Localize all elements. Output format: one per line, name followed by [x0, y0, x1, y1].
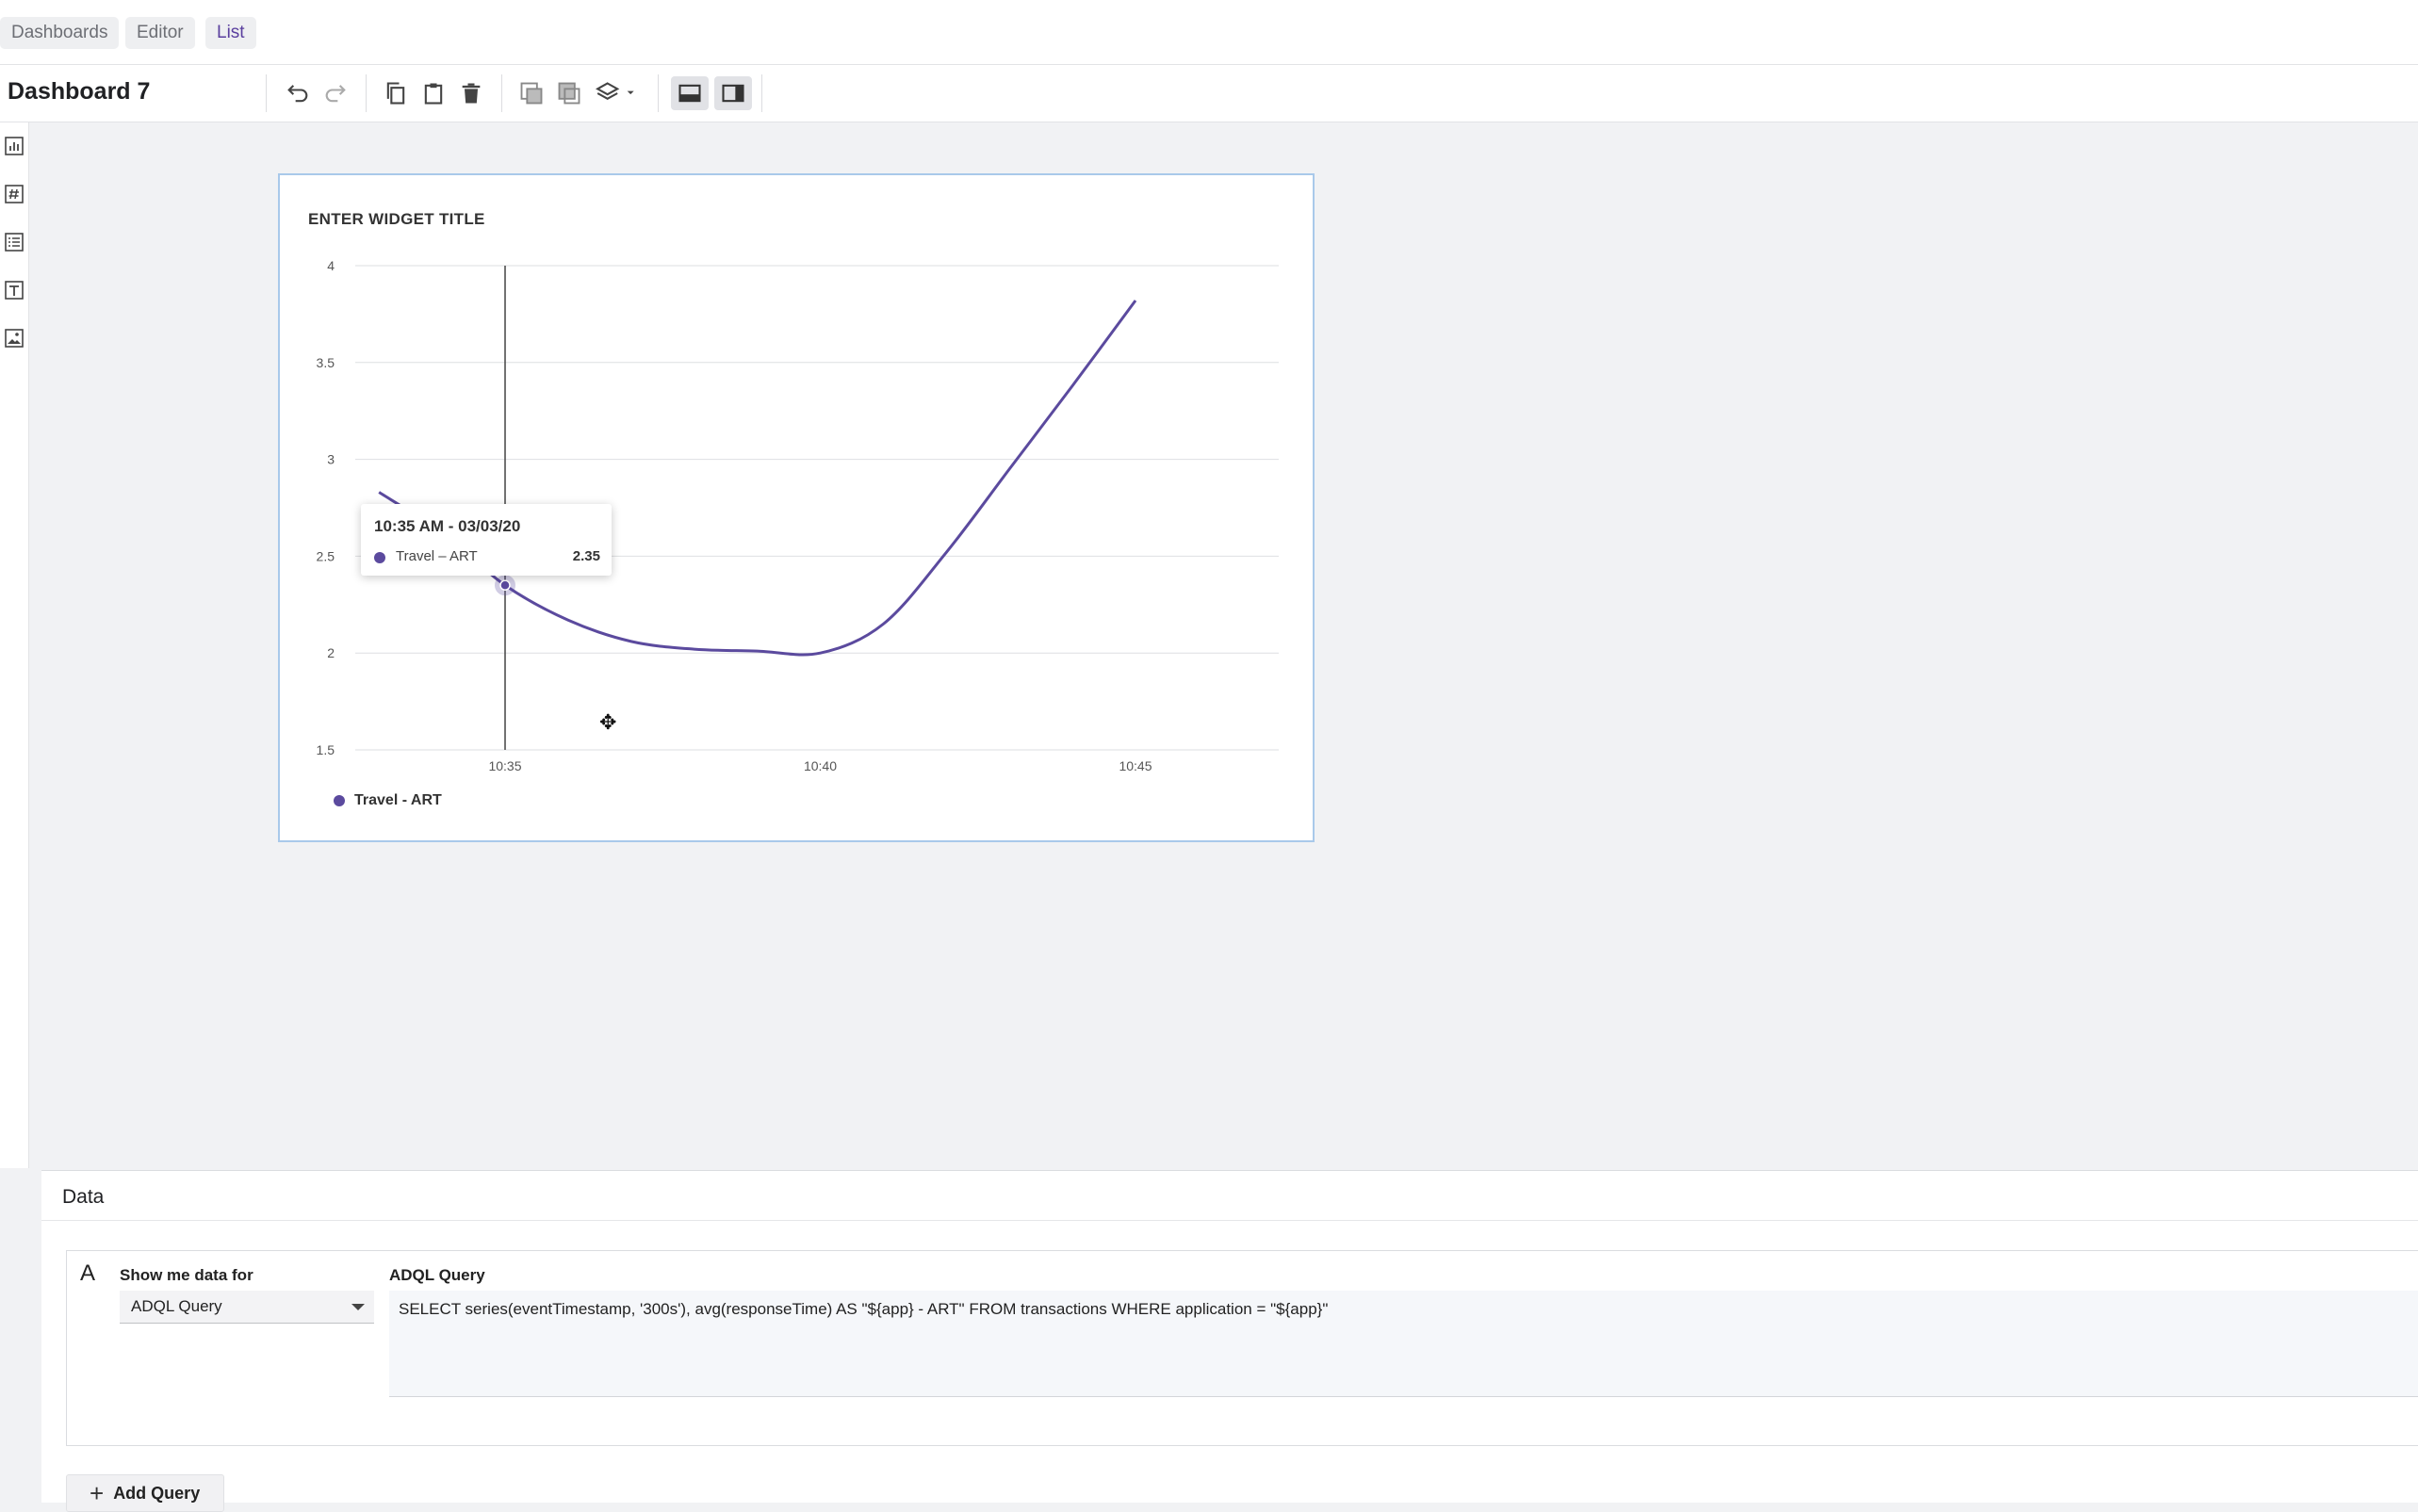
copy-icon[interactable]	[379, 76, 413, 110]
add-query-button[interactable]: + Add Query	[66, 1474, 224, 1512]
layout-full-icon[interactable]	[671, 76, 709, 110]
adql-query-text: SELECT series(eventTimestamp, '300s'), a…	[399, 1300, 1329, 1318]
toolbar-divider	[501, 74, 502, 112]
y-tick-label: 1.5	[317, 742, 335, 757]
x-tick-label: 10:35	[488, 758, 521, 773]
y-tick-label: 4	[327, 258, 335, 273]
list-widget-icon[interactable]	[2, 230, 26, 254]
adql-query-input[interactable]: SELECT series(eventTimestamp, '300s'), a…	[389, 1291, 2418, 1397]
bring-forward-icon[interactable]	[515, 76, 548, 110]
data-source-value: ADQL Query	[131, 1297, 222, 1315]
y-tick-label: 2.5	[317, 548, 335, 563]
data-panel-header: Data	[41, 1171, 2418, 1221]
redo-icon[interactable]	[319, 76, 352, 110]
layout-split-icon[interactable]	[714, 76, 752, 110]
widget-rail	[0, 122, 29, 1168]
add-query-label: Add Query	[113, 1483, 201, 1503]
toolbar-divider	[266, 74, 267, 112]
tab-editor[interactable]: Editor	[125, 17, 195, 49]
x-tick-label: 10:45	[1119, 758, 1152, 773]
paste-icon[interactable]	[417, 76, 450, 110]
tab-list[interactable]: List	[205, 17, 256, 49]
y-tick-label: 3.5	[317, 355, 335, 370]
show-data-label: Show me data for	[120, 1266, 253, 1284]
legend-label[interactable]: Travel - ART	[354, 792, 442, 809]
tab-dashboards[interactable]: Dashboards	[0, 17, 120, 49]
tooltip-value: 2.35	[572, 548, 600, 564]
toolbar-divider	[761, 74, 762, 112]
chart-legend[interactable]: Travel - ART	[334, 792, 442, 809]
toolbar-divider	[366, 74, 367, 112]
y-tick-label: 3	[327, 452, 335, 467]
series-line	[378, 300, 1137, 657]
chart-widget[interactable]: ENTER WIDGET TITLE 4 3.5 3 2.5 2 1.5 10:35 10:4…	[278, 173, 1315, 842]
dashboard-title[interactable]: Dashboard 7	[8, 78, 150, 106]
send-backward-icon[interactable]	[552, 76, 586, 110]
top-nav: Dashboards Editor List	[0, 0, 2418, 65]
chevron-down-icon	[351, 1304, 365, 1310]
x-tick-label: 10:40	[804, 758, 837, 773]
plus-icon: +	[90, 1479, 105, 1507]
hover-point	[499, 579, 511, 591]
tooltip-series-marker	[374, 552, 385, 563]
data-panel-title: Data	[62, 1186, 105, 1208]
query-letter: A	[80, 1260, 96, 1286]
delete-icon[interactable]	[454, 76, 488, 110]
toolbar-divider	[658, 74, 659, 112]
chart-tooltip: 10:35 AM - 03/03/20 Travel – ART 2.35	[361, 504, 612, 576]
tooltip-time: 10:35 AM - 03/03/20	[374, 517, 521, 535]
tooltip-series-name: Travel – ART	[396, 548, 478, 564]
image-widget-icon[interactable]	[2, 326, 26, 350]
chart-widget-icon[interactable]	[2, 134, 26, 158]
y-tick-label: 2	[327, 645, 335, 660]
text-widget-icon[interactable]	[2, 278, 26, 302]
data-source-select[interactable]: ADQL Query	[120, 1291, 374, 1324]
editor-toolbar: Dashboard 7	[0, 65, 2418, 122]
undo-icon[interactable]	[281, 76, 315, 110]
layers-icon[interactable]	[590, 76, 643, 110]
number-widget-icon[interactable]	[2, 182, 26, 206]
data-panel: Data A Show me data for ADQL Query ADQL …	[41, 1170, 2418, 1512]
move-cursor-icon: ✥	[599, 710, 617, 734]
adql-label: ADQL Query	[389, 1266, 485, 1284]
legend-marker	[334, 795, 345, 806]
query-card: A Show me data for ADQL Query ADQL Query…	[66, 1250, 2418, 1446]
